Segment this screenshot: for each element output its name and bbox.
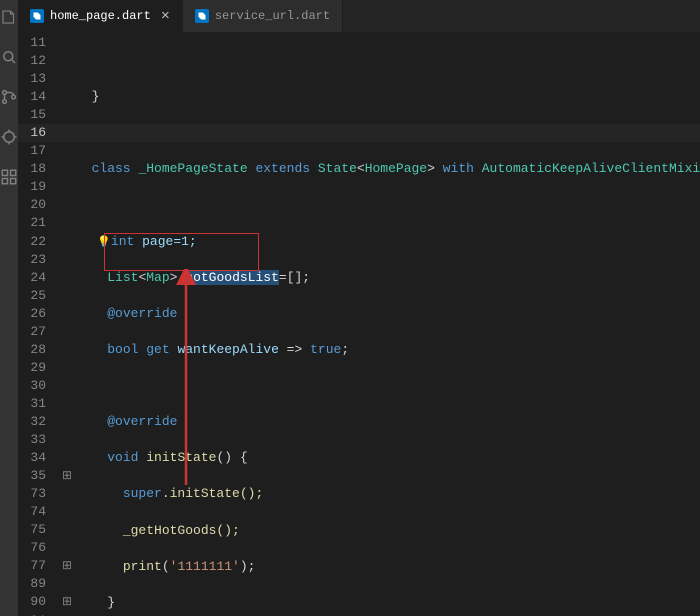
line-number: 17	[18, 142, 46, 160]
line-number: 30	[18, 377, 46, 395]
fold-spacer	[58, 449, 76, 467]
fold-spacer	[58, 323, 76, 341]
fold-spacer	[58, 485, 76, 503]
line-number: 77	[18, 557, 46, 575]
main-area: home_page.dart × service_url.dart 111213…	[18, 0, 700, 616]
selected-text: hotGoodsList	[185, 270, 279, 285]
tab-service-url[interactable]: service_url.dart	[183, 0, 343, 32]
search-icon[interactable]	[0, 48, 18, 66]
fold-spacer	[58, 395, 76, 413]
fold-spacer	[58, 269, 76, 287]
editor[interactable]: 1112131415161718192021222324252627282930…	[18, 32, 700, 616]
line-number: 89	[18, 575, 46, 593]
tab-label: home_page.dart	[50, 9, 151, 23]
close-icon[interactable]: ×	[161, 8, 170, 25]
files-icon[interactable]	[0, 8, 18, 26]
fold-spacer	[58, 214, 76, 232]
line-number: 12	[18, 52, 46, 70]
activity-bar	[0, 0, 18, 616]
line-number: 74	[18, 503, 46, 521]
line-number: 76	[18, 539, 46, 557]
gutter: 1112131415161718192021222324252627282930…	[18, 32, 58, 616]
line-number: 14	[18, 88, 46, 106]
tab-label: service_url.dart	[215, 9, 330, 23]
line-number: 22	[18, 233, 46, 251]
line-number: 13	[18, 70, 46, 88]
fold-spacer	[58, 575, 76, 593]
fold-spacer	[58, 413, 76, 431]
line-number: 34	[18, 449, 46, 467]
fold-spacer	[58, 233, 76, 251]
source-control-icon[interactable]	[0, 88, 18, 106]
line-number: 21	[18, 214, 46, 232]
fold-expand-icon[interactable]: ⊞	[58, 557, 76, 575]
line-number: 32	[18, 413, 46, 431]
fold-spacer	[58, 503, 76, 521]
fold-spacer	[58, 196, 76, 214]
code-content[interactable]: } class _HomePageState extends State<Hom…	[76, 32, 700, 616]
line-number: 25	[18, 287, 46, 305]
fold-expand-icon[interactable]: ⊞	[58, 467, 76, 485]
fold-spacer	[58, 431, 76, 449]
tab-bar: home_page.dart × service_url.dart	[18, 0, 700, 32]
fold-spacer	[58, 70, 76, 88]
dart-file-icon	[30, 9, 44, 23]
fold-spacer	[58, 305, 76, 323]
line-number: 28	[18, 341, 46, 359]
line-number: 29	[18, 359, 46, 377]
fold-spacer	[58, 287, 76, 305]
line-number: 19	[18, 178, 46, 196]
line-number: 31	[18, 395, 46, 413]
fold-spacer	[58, 539, 76, 557]
line-numbers: 1112131415161718192021222324252627282930…	[18, 34, 58, 616]
debug-icon[interactable]	[0, 128, 18, 146]
line-number: 26	[18, 305, 46, 323]
line-number: 11	[18, 34, 46, 52]
line-number: 75	[18, 521, 46, 539]
line-number: 90	[18, 593, 46, 611]
tab-home-page[interactable]: home_page.dart ×	[18, 0, 183, 32]
fold-column: ⊞⊞⊞⊞	[58, 34, 76, 616]
fold-spacer	[58, 359, 76, 377]
line-number: 24	[18, 269, 46, 287]
fold-spacer	[58, 88, 76, 106]
fold-spacer	[58, 521, 76, 539]
dart-file-icon	[195, 9, 209, 23]
fold-spacer	[58, 34, 76, 52]
line-number: 16	[18, 124, 46, 142]
line-number: 73	[18, 485, 46, 503]
extensions-icon[interactable]	[0, 168, 18, 186]
line-number: 15	[18, 106, 46, 124]
line-number: 20	[18, 196, 46, 214]
fold-spacer	[58, 178, 76, 196]
fold-expand-icon[interactable]: ⊞	[58, 593, 76, 611]
line-number: 23	[18, 251, 46, 269]
line-number: 27	[18, 323, 46, 341]
line-number: 91	[18, 612, 46, 616]
lightbulb-icon[interactable]: 💡	[97, 237, 111, 249]
fold-spacer	[58, 142, 76, 160]
fold-spacer	[58, 251, 76, 269]
line-number: 33	[18, 431, 46, 449]
line-number: 35	[18, 467, 46, 485]
fold-spacer	[58, 612, 76, 616]
fold-spacer	[58, 160, 76, 178]
fold-spacer	[58, 106, 76, 124]
fold-spacer	[58, 124, 76, 142]
fold-spacer	[58, 341, 76, 359]
fold-spacer	[58, 52, 76, 70]
line-number: 18	[18, 160, 46, 178]
fold-spacer	[58, 377, 76, 395]
